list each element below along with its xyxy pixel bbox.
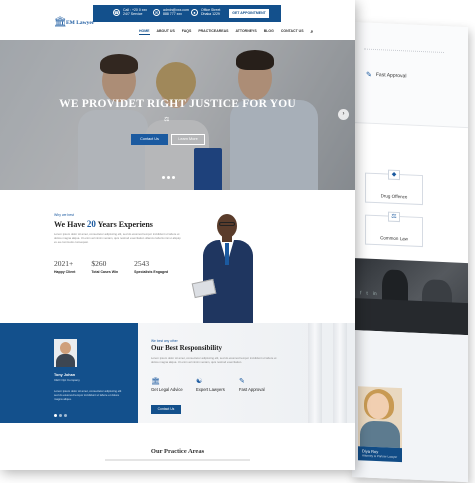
responsibility-heading: Our Best Responsibility: [151, 344, 223, 352]
secondary-page-preview: ✎ Fast Approval ◆ Drug Offence ⚖ Common …: [352, 22, 468, 483]
courthouse-icon: 🏛: [54, 17, 67, 28]
bank-icon: 🏛: [151, 378, 160, 385]
feature-label: Get Legal Advice: [151, 387, 183, 392]
phone-icon: ☎: [113, 8, 120, 16]
site-header: 🏛 EM Lawyer ☎ Call : +20 0 xxx 24/7 Servi…: [0, 0, 355, 40]
nav-contact[interactable]: CONTACT US: [281, 29, 304, 35]
hero-title: WE PROVIDET RIGHT JUSTICE FOR YOU: [59, 98, 296, 110]
mail-icon: ✉: [153, 8, 160, 16]
pillar-decoration: [333, 323, 347, 423]
testimonial-dots[interactable]: [54, 414, 67, 417]
pill-icon: ◆: [388, 169, 400, 181]
about-section: Why we best We Have 20 Years Experiens L…: [0, 190, 355, 323]
contact-bar: ☎ Call : +20 0 xxx 24/7 Service ✉ admin@x…: [93, 5, 281, 22]
lawyer-photo: [190, 212, 280, 323]
contact-phone: ☎ Call : +20 0 xxx 24/7 Service: [113, 8, 147, 16]
hero-learn-more-button[interactable]: Learn More: [171, 134, 205, 145]
testimonial-text: Lorem ipsum dolor sit amet, consectetur …: [54, 389, 122, 401]
stat-item: 2021+ Happy Client: [54, 259, 75, 274]
practice-heading: Our Practice Areas: [150, 448, 205, 455]
stat-label: Specialists Engaged: [134, 270, 169, 274]
practice-card-drug-offence[interactable]: ◆ Drug Offence: [365, 169, 423, 206]
main-page-preview: 🏛 EM Lawyer ☎ Call : +20 0 xxx 24/7 Servi…: [0, 0, 355, 470]
stat-label: Happy Client: [54, 270, 76, 274]
stat-item: $260 Total Cases Win: [91, 259, 118, 274]
stat-item: 2543 Specialists Engaged: [134, 259, 168, 274]
contact-line: 24/7 Service: [123, 12, 143, 16]
attorney-photo: [358, 386, 402, 449]
feature-label: Fast Approval: [239, 387, 265, 392]
nav-faqs[interactable]: FAQS: [182, 29, 192, 35]
practice-card-common-law[interactable]: ⚖ Common Law: [365, 211, 423, 248]
about-heading: We Have 20 Years Experiens: [54, 219, 153, 229]
appointment-button[interactable]: GET APPOINTMENT: [229, 9, 269, 18]
testimonial-section: Tony Johan CEO Opt Company Lorem ipsum d…: [0, 323, 138, 423]
search-icon[interactable]: ⌕: [311, 29, 314, 35]
stat-value: $260: [91, 259, 107, 268]
heading-part: We Have: [54, 220, 87, 229]
about-text: Lorem ipsum dolor sit amet, consectetur …: [54, 232, 181, 244]
feature-legal-advice: 🏛 Get Legal Advice: [151, 378, 183, 392]
attorney-caption: Diya Roy Attorney & Partner Lawyer: [358, 446, 402, 463]
nav-about[interactable]: ABOUT US: [157, 29, 175, 35]
back-feature-label: Fast Approval: [375, 72, 407, 80]
scales-icon: ⚖: [164, 117, 170, 123]
card-label: Common Law: [380, 235, 408, 242]
responsibility-section: We best any other Our Best Responsibilit…: [138, 323, 355, 423]
logo-text: EM Lawyer: [66, 20, 95, 26]
chevron-right-icon[interactable]: ›: [338, 109, 349, 120]
contact-mail: ✉ admin@xxx.com 888 777 xxx: [153, 8, 189, 16]
twitter-icon[interactable]: t: [366, 291, 367, 297]
card-label: Drug Offence: [380, 193, 408, 200]
logo[interactable]: 🏛 EM Lawyer: [54, 18, 94, 28]
practice-areas-section: Our Practice Areas: [0, 423, 355, 470]
client-avatar: [54, 339, 77, 367]
law-icon: ⚖: [388, 211, 400, 223]
hero-slider: WE PROVIDET RIGHT JUSTICE FOR YOU ⚖ Cont…: [0, 40, 355, 190]
nav-blog[interactable]: BLOG: [264, 29, 274, 35]
checklist-icon: ✎: [239, 378, 245, 385]
facebook-icon[interactable]: f: [360, 290, 361, 296]
years-number: 20: [86, 219, 96, 229]
hero-overlay: [0, 40, 355, 190]
attorney-role: Attorney & Partner Lawyer: [362, 453, 398, 459]
social-links: f t in: [352, 290, 377, 297]
linkedin-icon[interactable]: in: [373, 291, 377, 297]
contact-address: ● Office Street Dhaka 1229: [191, 8, 220, 16]
section-eyebrow: Why we best: [54, 213, 75, 217]
stat-label: Total Cases Win: [91, 270, 119, 274]
nav-practice-areas[interactable]: PRACTICEAREAS: [198, 29, 228, 35]
hero-contact-button[interactable]: Contact Us: [131, 134, 168, 145]
back-features-section: ✎ Fast Approval: [352, 22, 468, 128]
responsibility-text: Lorem ipsum dolor sit amet, consectetur …: [151, 356, 277, 364]
stat-value: 2543: [134, 259, 150, 268]
client-name: Tony Johan: [54, 373, 76, 377]
nav-home[interactable]: HOME: [139, 29, 150, 35]
divider: [364, 48, 444, 56]
back-feature: ✎ Fast Approval: [366, 71, 406, 81]
mockup-stage: ✎ Fast Approval ◆ Drug Offence ⚖ Common …: [0, 0, 475, 483]
slider-dots[interactable]: [162, 176, 175, 179]
pillar-decoration: [308, 323, 322, 423]
client-role: CEO Opt Company: [54, 378, 80, 382]
feature-fast-approval: ✎ Fast Approval: [239, 378, 265, 392]
feature-expert-lawyers: ☯ Expert Lawyers: [196, 378, 225, 392]
feature-label: Expert Lawyers: [196, 387, 225, 392]
nav-attorneys[interactable]: ATTORNEYS: [235, 29, 256, 35]
main-nav: HOME ABOUT US FAQS PRACTICEAREAS ATTORNE…: [139, 29, 313, 35]
contact-line: 888 777 xxx: [163, 12, 182, 16]
stat-value: 2021+: [54, 259, 74, 268]
practice-subtitle-placeholder: [105, 459, 250, 461]
checklist-icon: ✎: [366, 71, 372, 79]
stats-row: 2021+ Happy Client $260 Total Cases Win 25…: [54, 259, 168, 274]
heading-part: Years Experiens: [95, 220, 153, 229]
section-eyebrow: We best any other: [151, 339, 178, 343]
contact-line: Dhaka 1229: [201, 12, 220, 16]
responsibility-contact-button[interactable]: Contact Us: [151, 405, 181, 414]
handshake-icon: ☯: [196, 378, 203, 385]
location-icon: ●: [191, 8, 198, 16]
